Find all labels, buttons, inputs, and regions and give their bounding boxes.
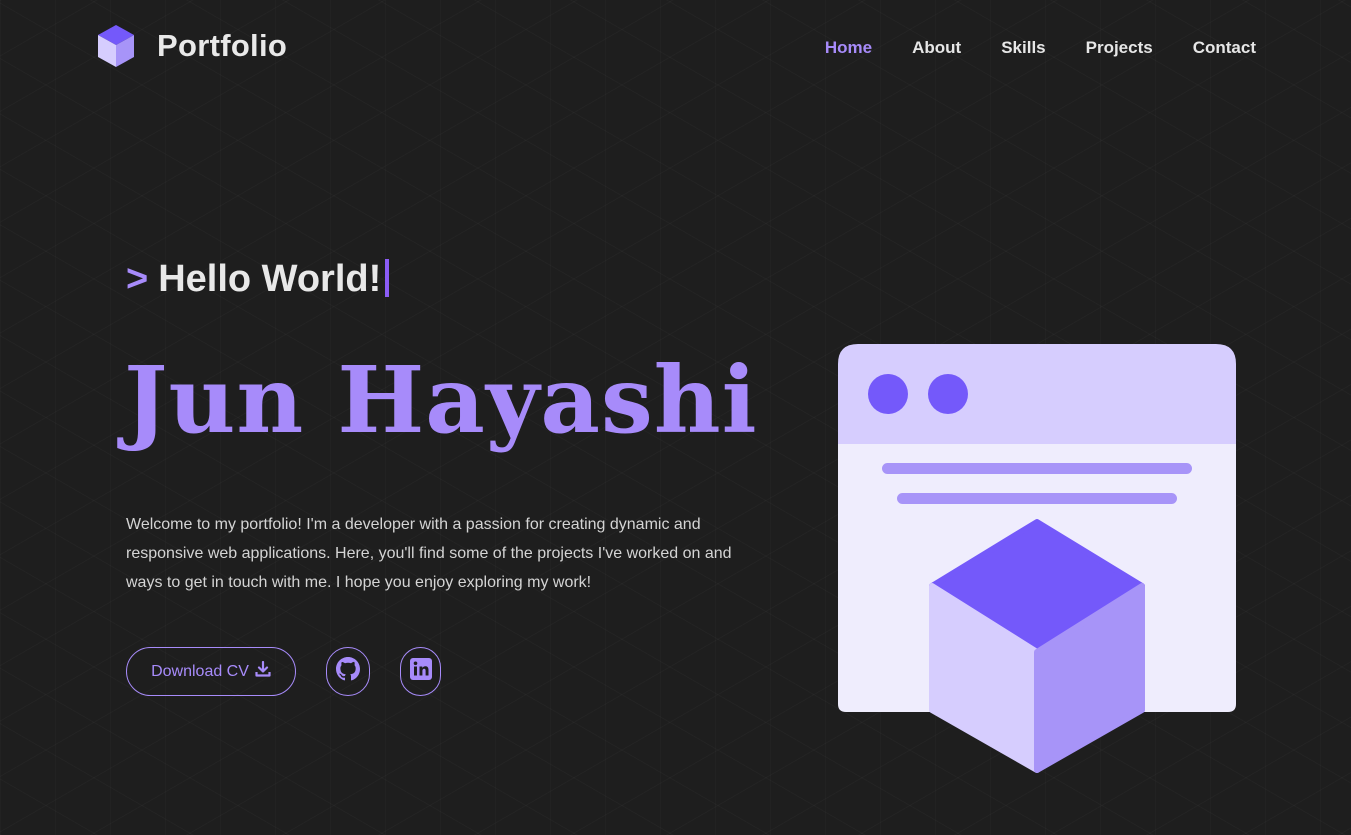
greeting-text: Hello World! — [158, 258, 382, 300]
download-cv-label: Download CV — [151, 662, 249, 680]
typing-cursor — [385, 259, 390, 297]
logo[interactable]: Portfolio — [97, 24, 287, 68]
nav-projects[interactable]: Projects — [1086, 38, 1153, 58]
hero-greeting: > Hello World! — [126, 258, 390, 301]
brand-name: Portfolio — [157, 28, 288, 63]
top-nav: Portfolio Home About Skills Projects Con… — [0, 0, 1351, 96]
github-icon — [336, 657, 360, 686]
hero-actions: Download CV — [126, 647, 441, 696]
github-button[interactable] — [326, 647, 370, 696]
nav-skills[interactable]: Skills — [1001, 38, 1045, 58]
download-cv-button[interactable]: Download CV — [126, 647, 296, 696]
nav-links: Home About Skills Projects Contact — [825, 38, 1256, 58]
browser-window-cube-illustration — [830, 340, 1250, 785]
nav-about[interactable]: About — [912, 38, 961, 58]
cube-icon — [97, 24, 135, 68]
nav-contact[interactable]: Contact — [1193, 38, 1256, 58]
hero-name: Jun Hayashi — [124, 346, 758, 454]
prompt-symbol: > — [126, 258, 149, 300]
download-icon — [255, 660, 271, 682]
hero-intro: Welcome to my portfolio! I'm a developer… — [126, 516, 732, 591]
page: Portfolio Home About Skills Projects Con… — [0, 0, 1351, 835]
linkedin-icon — [409, 658, 432, 685]
linkedin-button[interactable] — [400, 647, 441, 696]
nav-home[interactable]: Home — [825, 38, 872, 58]
